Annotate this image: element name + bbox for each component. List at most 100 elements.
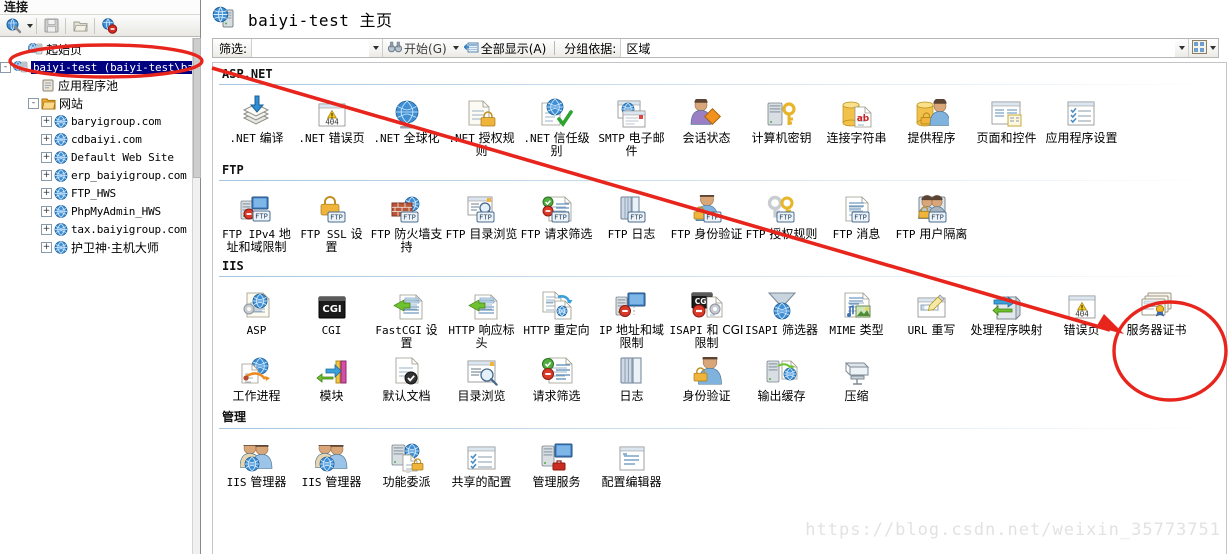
feature-item-fastcgi-settings[interactable]: FastCGI 设置 (369, 283, 444, 349)
feature-item-label: FTP SSL 设置 (300, 227, 363, 254)
save-icon[interactable] (40, 16, 62, 36)
expand-icon[interactable]: + (41, 187, 52, 199)
disconnect-icon[interactable] (98, 16, 120, 36)
feature-item-isapi-filters[interactable]: ISAPI 筛选器 (744, 283, 819, 349)
feature-item-ftp-request-filtering[interactable]: FTP FTP 请求筛选 (519, 187, 594, 253)
section-header: 管理 (222, 410, 247, 424)
expand-icon[interactable]: + (41, 241, 52, 253)
feature-item-net-trust-levels[interactable]: .NET 信任级别 (519, 91, 594, 157)
feature-item-ftp-authentication[interactable]: FTP FTP 身份验证 (669, 187, 744, 253)
tree-node-label: 网站 (59, 96, 84, 111)
expand-icon[interactable]: + (41, 169, 52, 181)
feature-item-net-authorization-rules[interactable]: .NET 授权规则 (444, 91, 519, 157)
expand-icon[interactable]: + (41, 151, 52, 163)
feature-item-handler-mappings[interactable]: 处理程序映射 (969, 283, 1044, 349)
feature-item-error-pages[interactable]: 404 错误页 (1044, 283, 1119, 349)
connections-tree[interactable]: 起始页 - baiyi-test (baiyi-test\bai 应用程序池 - 网站 +… (0, 38, 192, 554)
tree-node[interactable]: - baiyi-test (baiyi-test\bai (0, 58, 192, 76)
group-by-caret-icon[interactable] (1175, 39, 1189, 57)
feature-item-authentication[interactable]: 身份验证 (669, 349, 744, 402)
feature-item-ftp-authorization-rules[interactable]: FTP FTP 授权规则 (744, 187, 819, 253)
tree-node[interactable]: - 网站 (0, 94, 192, 112)
feature-item-url-rewrite[interactable]: URL 重写 (894, 283, 969, 349)
tree-node[interactable]: + tax.baiyigroup.com (0, 220, 192, 238)
filter-go-button[interactable]: 开始(G) (383, 40, 452, 57)
feature-item-modules[interactable]: 模块 (294, 349, 369, 402)
tree-scrollbar[interactable] (192, 38, 201, 554)
feature-item-compression[interactable]: 压缩 (819, 349, 894, 402)
filter-toolbar[interactable]: 筛选: 开始(G) 全部显示(A) 分组依据: 区域 (212, 38, 1219, 58)
logging-icon (618, 353, 646, 387)
feature-item-ftp-ipv4-restrictions[interactable]: FTP FTP IPv4 地址和域限制 (219, 187, 294, 253)
tree-node[interactable]: + erp_baiyigroup.com (0, 166, 192, 184)
tree-node[interactable]: + FTP_HWS (0, 184, 192, 202)
collapse-icon[interactable]: - (0, 61, 11, 73)
feature-item-label: ASP (246, 324, 267, 337)
feature-item-session-state[interactable]: 会话状态 (669, 91, 744, 157)
expand-icon[interactable]: + (41, 223, 52, 235)
feature-section: ASP.NET .NET 编译 404 .NET 错误页 .NET 全球化 .NE… (213, 63, 1226, 159)
feature-item-feature-delegation[interactable]: 功能委派 (369, 435, 444, 489)
feature-item-providers[interactable]: 提供程序 (894, 91, 969, 157)
filter-input[interactable] (251, 39, 370, 57)
tree-node[interactable]: + PhpMyAdmin_HWS (0, 202, 192, 220)
feature-item-iis-manager-users[interactable]: IIS 管理器 (219, 435, 294, 489)
tree-node[interactable]: + 护卫神·主机大师 (0, 238, 192, 256)
tree-node[interactable]: + Default Web Site (0, 148, 192, 166)
feature-item-mime-types[interactable]: MIME 类型 (819, 283, 894, 349)
feature-item-label: 工作进程 (232, 389, 281, 403)
feature-item-application-settings[interactable]: 应用程序设置 (1044, 91, 1119, 157)
group-by-value[interactable]: 区域 (620, 39, 1175, 57)
feature-item-ftp-messages[interactable]: FTP FTP 消息 (819, 187, 894, 253)
feature-item-configuration-editor[interactable]: 配置编辑器 (594, 435, 669, 489)
feature-item-output-caching[interactable]: 输出缓存 (744, 349, 819, 402)
feature-item-net-error-pages[interactable]: 404 .NET 错误页 (294, 91, 369, 157)
connect-icon[interactable] (3, 16, 25, 36)
feature-item-default-document[interactable]: 默认文档 (369, 349, 444, 402)
feature-item-ftp-firewall-support[interactable]: FTP FTP 防火墙支持 (369, 187, 444, 253)
feature-item-ftp-logging[interactable]: FTP FTP 日志 (594, 187, 669, 253)
expand-icon[interactable]: + (41, 133, 52, 145)
show-all-button[interactable]: 全部显示(A) (459, 40, 552, 57)
feature-item-asp[interactable]: ASP (219, 283, 294, 349)
connect-dropdown-caret-icon[interactable] (27, 23, 33, 28)
feature-item-server-certificates[interactable]: 服务器证书 (1119, 283, 1194, 349)
feature-list[interactable]: ASP.NET .NET 编译 404 .NET 错误页 .NET 全球化 .NE… (212, 62, 1227, 554)
open-folder-icon[interactable] (69, 16, 91, 36)
feature-item-ip-address-domain-restrictions[interactable]: IP 地址和域限制 (594, 283, 669, 349)
site-icon (54, 240, 68, 254)
feature-item-shared-configuration[interactable]: 共享的配置 (444, 435, 519, 489)
collapse-icon[interactable]: - (28, 97, 39, 109)
feature-item-request-filtering[interactable]: 请求筛选 (519, 349, 594, 402)
feature-item-iis-manager-permissions[interactable]: IIS 管理器 (294, 435, 369, 489)
feature-item-machine-key[interactable]: 计算机密钥 (744, 91, 819, 157)
expand-icon[interactable]: + (41, 205, 52, 217)
feature-item-connection-strings[interactable]: ab 连接字符串 (819, 91, 894, 157)
feature-item-directory-browsing[interactable]: 目录浏览 (444, 349, 519, 402)
tree-node[interactable]: + baryigroup.com (0, 112, 192, 130)
feature-item-cgi[interactable]: CGI CGI (294, 283, 369, 349)
feature-item-net-compilation[interactable]: .NET 编译 (219, 91, 294, 157)
tree-scrollbar-thumb[interactable] (193, 38, 201, 178)
tree-node[interactable]: + cdbaiyi.com (0, 130, 192, 148)
feature-item-ftp-directory-browsing[interactable]: FTP FTP 目录浏览 (444, 187, 519, 253)
feature-item-isapi-cgi-restrictions[interactable]: CGI ISAPI 和 CGI 限制 (669, 283, 744, 349)
expand-icon[interactable]: + (41, 115, 52, 127)
net-authorization-rules-icon (466, 95, 498, 129)
feature-item-net-globalization[interactable]: .NET 全球化 (369, 91, 444, 157)
feature-item-logging[interactable]: 日志 (594, 349, 669, 402)
filter-dropdown-caret-icon[interactable] (369, 39, 384, 57)
feature-item-pages-and-controls[interactable]: 页面和控件 (969, 91, 1044, 157)
feature-item-http-response-headers[interactable]: HTTP 响应标头 (444, 283, 519, 349)
feature-item-management-service[interactable]: 管理服务 (519, 435, 594, 489)
tree-node[interactable]: 起始页 (0, 40, 192, 58)
view-mode-button[interactable] (1189, 39, 1218, 57)
feature-item-http-redirect[interactable]: HTTP 重定向 (519, 283, 594, 349)
feature-item-worker-processes[interactable]: 工作进程 (219, 349, 294, 402)
feature-item-ftp-user-isolation[interactable]: FTP FTP 用户隔离 (894, 187, 969, 253)
feature-item-smtp-email[interactable]: SMTP 电子邮件 (594, 91, 669, 157)
machine-key-icon (765, 95, 799, 129)
tree-node[interactable]: 应用程序池 (0, 76, 192, 94)
sites-folder-icon (41, 97, 56, 110)
feature-item-ftp-ssl-settings[interactable]: FTP FTP SSL 设置 (294, 187, 369, 253)
